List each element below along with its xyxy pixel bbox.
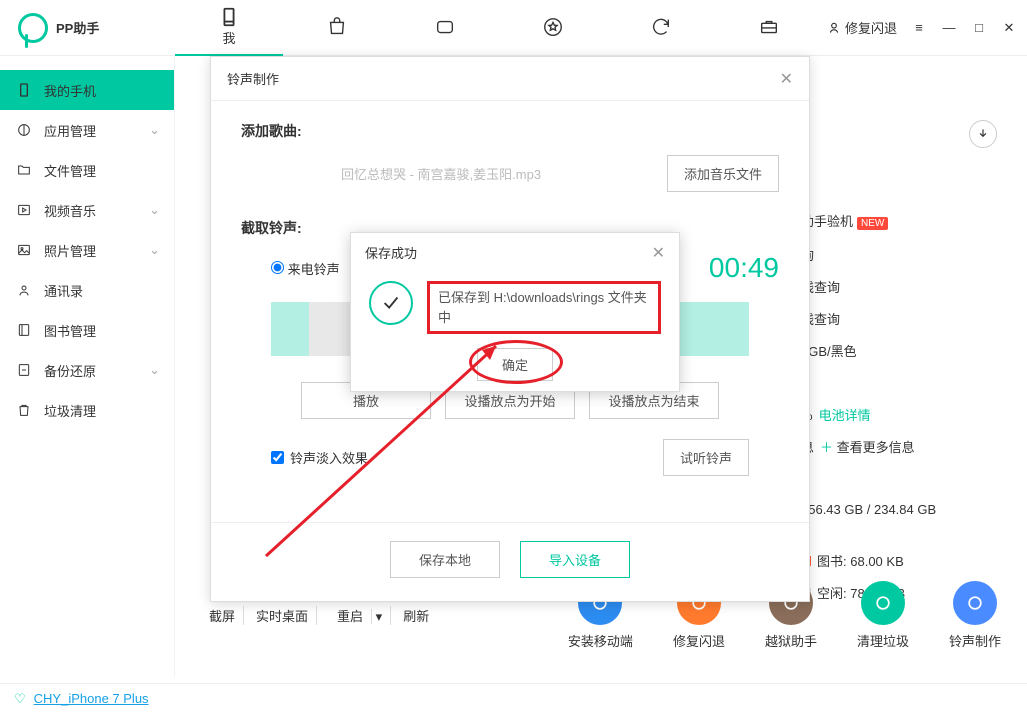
new-badge: NEW: [857, 217, 888, 230]
chevron-down-icon: ⌄: [149, 242, 160, 258]
books-row: 图书: 68.00 KB: [801, 546, 1001, 578]
sidebar-item-books[interactable]: 图书管理: [0, 310, 174, 350]
sidebar-item-photos[interactable]: 照片管理⌄: [0, 230, 174, 270]
chevron-down-icon: ⌄: [149, 122, 160, 138]
window-buttons: 修复闪退 ≡ — □ ✕: [827, 18, 1027, 37]
shortcut-铃声制作[interactable]: 铃声制作: [949, 581, 1001, 650]
info-row: %电池详情: [801, 400, 1001, 432]
heart-icon: ♡: [14, 691, 26, 707]
import-device-button[interactable]: 导入设备: [520, 541, 630, 578]
nav-sync[interactable]: [607, 0, 715, 56]
device-link[interactable]: CHY_iPhone 7 Plus: [34, 691, 149, 706]
sidebar-item-media[interactable]: 视频音乐⌄: [0, 190, 174, 230]
chevron-down-icon: ⌄: [149, 202, 160, 218]
preview-button[interactable]: 试听铃声: [663, 439, 749, 476]
modal-header: 铃声制作 ✕: [211, 57, 809, 101]
checkmark-icon: [369, 281, 413, 325]
sidebar-item-contacts[interactable]: 通讯录: [0, 270, 174, 310]
sc-screenshot[interactable]: 截屏: [201, 606, 244, 625]
modal-title: 铃声制作: [227, 69, 279, 88]
topbar: PP助手 我 修复闪退 ≡ — □ ✕: [0, 0, 1027, 56]
text-shortcuts: 截屏 实时桌面 重启 ▾ 刷新: [201, 606, 437, 625]
more-link[interactable]: ＋ 查看更多信息: [820, 440, 915, 455]
info-row: 线查询: [801, 304, 1001, 336]
sidebar: 我的手机 应用管理⌄ 文件管理 视频音乐⌄ 照片管理⌄ 通讯录 图书管理 备份还…: [0, 56, 175, 676]
close-icon[interactable]: ✕: [652, 243, 665, 263]
info-row: 5: [801, 368, 1001, 400]
info-row: 线查询: [801, 272, 1001, 304]
sidebar-item-apps[interactable]: 应用管理⌄: [0, 110, 174, 150]
download-icon[interactable]: [969, 120, 997, 148]
status-bar: ♡ CHY_iPhone 7 Plus: [0, 683, 1027, 713]
verify-row: 助手验机NEW: [801, 206, 1001, 240]
repair-link[interactable]: 修复闪退: [827, 18, 897, 37]
timer-display: 00:49: [709, 252, 779, 284]
sc-reboot[interactable]: 重启 ▾: [321, 606, 391, 625]
nav-phone[interactable]: 我: [175, 0, 283, 56]
battery-link[interactable]: 电池详情: [819, 408, 871, 423]
app-name: PP助手: [56, 18, 99, 37]
info-row: 息＋ 查看更多信息: [801, 432, 1001, 464]
radio-incoming[interactable]: 来电铃声: [271, 259, 340, 278]
menu-icon[interactable]: ≡: [911, 20, 927, 36]
add-file-button[interactable]: 添加音乐文件: [667, 155, 779, 192]
shortcut-清理垃圾[interactable]: 清理垃圾: [857, 581, 909, 650]
save-local-button[interactable]: 保存本地: [390, 541, 500, 578]
nav-games[interactable]: [391, 0, 499, 56]
maximize-icon[interactable]: □: [971, 20, 987, 36]
song-name: 回忆总想哭 - 南宫嘉骏,姜玉阳.mp3: [341, 164, 541, 183]
sidebar-item-clean[interactable]: 垃圾清理: [0, 390, 174, 430]
sc-realtime[interactable]: 实时桌面: [248, 606, 317, 625]
nav-store[interactable]: [283, 0, 391, 56]
save-success-modal: 保存成功 ✕ 已保存到 H:\downloads\rings 文件夹中 确定: [350, 232, 680, 392]
sidebar-item-backup[interactable]: 备份还原⌄: [0, 350, 174, 390]
close-icon[interactable]: ✕: [780, 69, 793, 89]
success-title: 保存成功: [365, 243, 417, 263]
top-nav: 我: [175, 0, 827, 56]
ok-button[interactable]: 确定: [477, 348, 553, 381]
chevron-down-icon: ⌄: [149, 362, 160, 378]
logo-icon: [18, 13, 48, 43]
minimize-icon[interactable]: —: [941, 20, 957, 36]
device-info-panel: 助手验机NEW 询 线查询 线查询 5GB/黑色 5 %电池详情 息＋ 查看更多…: [801, 206, 1001, 610]
add-song-label: 添加歌曲:: [241, 121, 779, 141]
sidebar-item-files[interactable]: 文件管理: [0, 150, 174, 190]
nav-featured[interactable]: [499, 0, 607, 56]
app-logo: PP助手: [0, 13, 175, 43]
sidebar-item-myphone[interactable]: 我的手机: [0, 70, 174, 110]
nav-toolbox[interactable]: [715, 0, 823, 56]
sc-refresh[interactable]: 刷新: [395, 606, 437, 625]
fade-checkbox[interactable]: 铃声淡入效果: [271, 448, 368, 467]
info-row: 5GB/黑色: [801, 336, 1001, 368]
success-message: 已保存到 H:\downloads\rings 文件夹中: [427, 281, 661, 334]
close-icon[interactable]: ✕: [1001, 20, 1017, 36]
storage-row: 156.43 GB / 234.84 GB: [801, 494, 1001, 526]
info-row: 询: [801, 240, 1001, 272]
